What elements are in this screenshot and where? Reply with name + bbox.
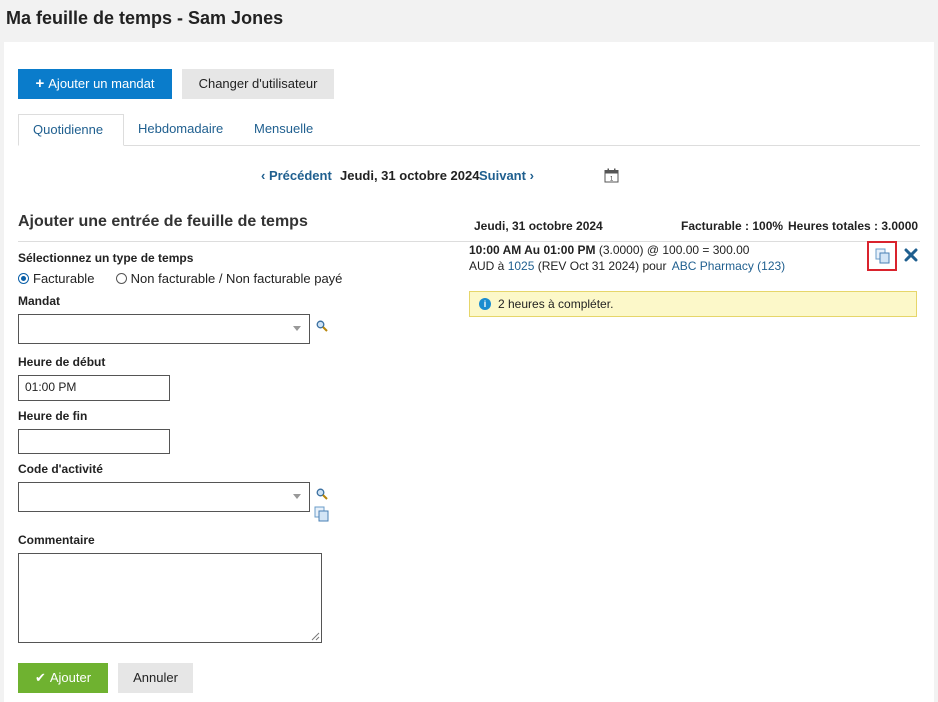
entry-line-1: 10:00 AM Au 01:00 PM (3.0000) @ 100.00 =… <box>469 242 859 258</box>
time-type-options: Facturable Non facturable / Non facturab… <box>18 271 342 286</box>
activity-search-icon[interactable] <box>316 488 328 500</box>
calendar-icon[interactable]: 1 <box>604 168 619 186</box>
summary-date: Jeudi, 31 octobre 2024 <box>474 219 603 233</box>
entry-code-link[interactable]: 1025 <box>508 259 535 273</box>
resize-handle-icon[interactable] <box>311 632 320 641</box>
entry-time-range: 10:00 AM Au 01:00 PM <box>469 243 596 257</box>
start-time-input[interactable]: 01:00 PM <box>18 375 170 401</box>
matter-select[interactable] <box>18 314 310 344</box>
submit-button[interactable]: ✔ Ajouter <box>18 663 108 693</box>
entry-calc: (3.0000) @ 100.00 = 300.00 <box>595 243 750 257</box>
main-panel: + Ajouter un mandat Changer d'utilisateur… <box>4 42 934 702</box>
copy-entry-icon[interactable] <box>867 241 897 271</box>
form-title: Ajouter une entrée de feuille de temps <box>18 213 308 230</box>
activity-code-label: Code d'activité <box>18 462 103 476</box>
comment-textarea[interactable] <box>18 553 322 643</box>
checkmark-icon: ✔ <box>34 670 46 685</box>
time-entry: 10:00 AM Au 01:00 PM (3.0000) @ 100.00 =… <box>469 242 859 274</box>
tab-monthly[interactable]: Mensuelle <box>240 114 327 146</box>
comment-label: Commentaire <box>18 533 95 547</box>
matter-search-icon[interactable] <box>316 320 328 332</box>
billable-radio[interactable] <box>18 273 29 284</box>
add-matter-button[interactable]: + Ajouter un mandat <box>18 69 172 99</box>
next-day-link[interactable]: Suivant › <box>479 168 534 183</box>
entry-client-link[interactable]: ABC Pharmacy (123) <box>672 259 785 273</box>
end-time-input[interactable] <box>18 429 170 454</box>
summary-billable: Facturable : 100% <box>681 219 784 233</box>
delete-entry-icon[interactable] <box>904 248 918 265</box>
prev-day-link[interactable]: ‹ Précédent <box>261 168 332 183</box>
start-time-label: Heure de début <box>18 355 106 369</box>
page-title: Ma feuille de temps - Sam Jones <box>6 8 284 28</box>
chevron-down-icon <box>293 494 301 499</box>
chevron-down-icon <box>293 326 301 331</box>
entry-line-2: AUD à 1025 (REV Oct 31 2024) pour ABC Ph… <box>469 259 786 273</box>
info-icon: i <box>479 298 491 310</box>
view-tabs: Quotidienne Hebdomadaire Mensuelle <box>18 114 920 146</box>
tab-weekly[interactable]: Hebdomadaire <box>124 114 237 146</box>
activity-code-select[interactable] <box>18 482 310 512</box>
current-date: Jeudi, 31 octobre 2024 <box>340 168 480 183</box>
time-type-label: Sélectionnez un type de temps <box>18 251 194 265</box>
tab-daily[interactable]: Quotidienne <box>18 114 124 146</box>
hours-remaining-notice: i 2 heures à compléter. <box>469 291 917 317</box>
activity-copy-icon[interactable] <box>314 506 330 522</box>
end-time-label: Heure de fin <box>18 409 88 423</box>
matter-label: Mandat <box>18 294 60 308</box>
non-billable-radio-label: Non facturable / Non facturable payé <box>130 271 343 286</box>
non-billable-radio[interactable] <box>115 273 127 284</box>
plus-icon: + <box>35 75 45 92</box>
form-divider <box>18 241 469 242</box>
billable-radio-label: Facturable <box>33 271 95 286</box>
summary-total-hours: Heures totales : 3.0000 <box>788 219 919 233</box>
cancel-button[interactable]: Annuler <box>118 663 193 693</box>
change-user-button[interactable]: Changer d'utilisateur <box>182 69 334 99</box>
page-header: Ma feuille de temps - Sam Jones <box>0 0 938 40</box>
